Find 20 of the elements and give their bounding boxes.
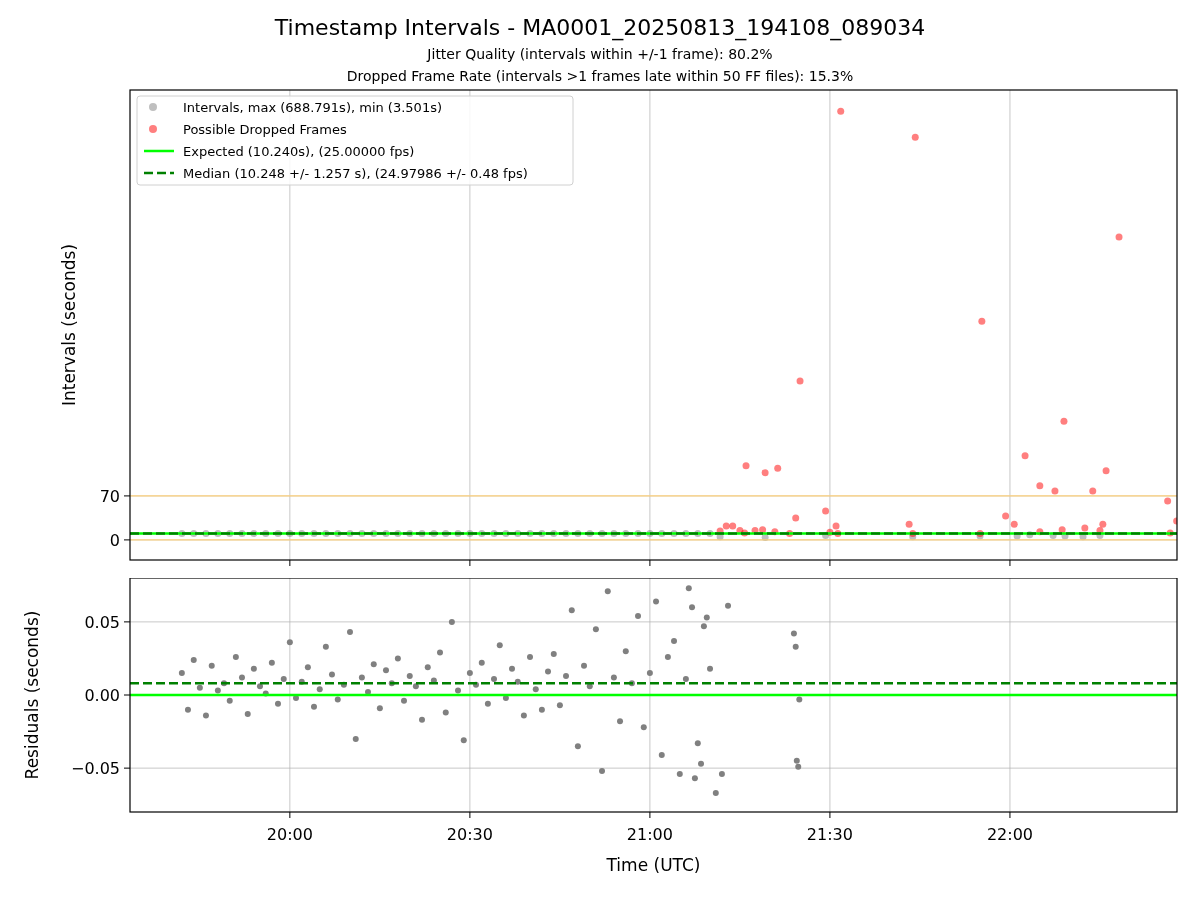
legend-label: Intervals, max (688.791s), min (3.501s) (183, 99, 442, 115)
figure-subtitle: Jitter Quality (intervals within +/-1 frame): 80.2% (427, 45, 773, 64)
legend-label: Expected (10.240s), (25.00000 fps) (183, 143, 415, 159)
legend-label: Median (10.248 +/- 1.257 s), (24.97986 +/- 0.48 fps) (183, 165, 528, 181)
figure-title: Timestamp Intervals - MA0001_20250813_194108_089034 (274, 14, 926, 43)
tick-label: 70 (99, 486, 120, 506)
axis-label: Intervals (seconds) (59, 243, 79, 407)
legend-label: Possible Dropped Frames (183, 121, 347, 137)
tick-label: 21:30 (806, 825, 853, 844)
tick-label: 20:30 (446, 825, 493, 844)
tick-label: 0.00 (84, 686, 120, 705)
axis-label: Time (UTC) (606, 855, 701, 875)
tick-label: −0.05 (70, 759, 120, 779)
tick-label: 0.05 (84, 612, 120, 632)
tick-label: 21:00 (626, 825, 673, 844)
figure-subtitle: Dropped Frame Rate (intervals >1 frames late within 50 FF files): 15.3% (346, 67, 854, 86)
tick-label: 0 (109, 530, 120, 550)
axis-label: Residuals (seconds) (22, 610, 42, 780)
tick-label: 22:00 (986, 825, 1033, 844)
tick-label: 20:00 (266, 825, 313, 844)
